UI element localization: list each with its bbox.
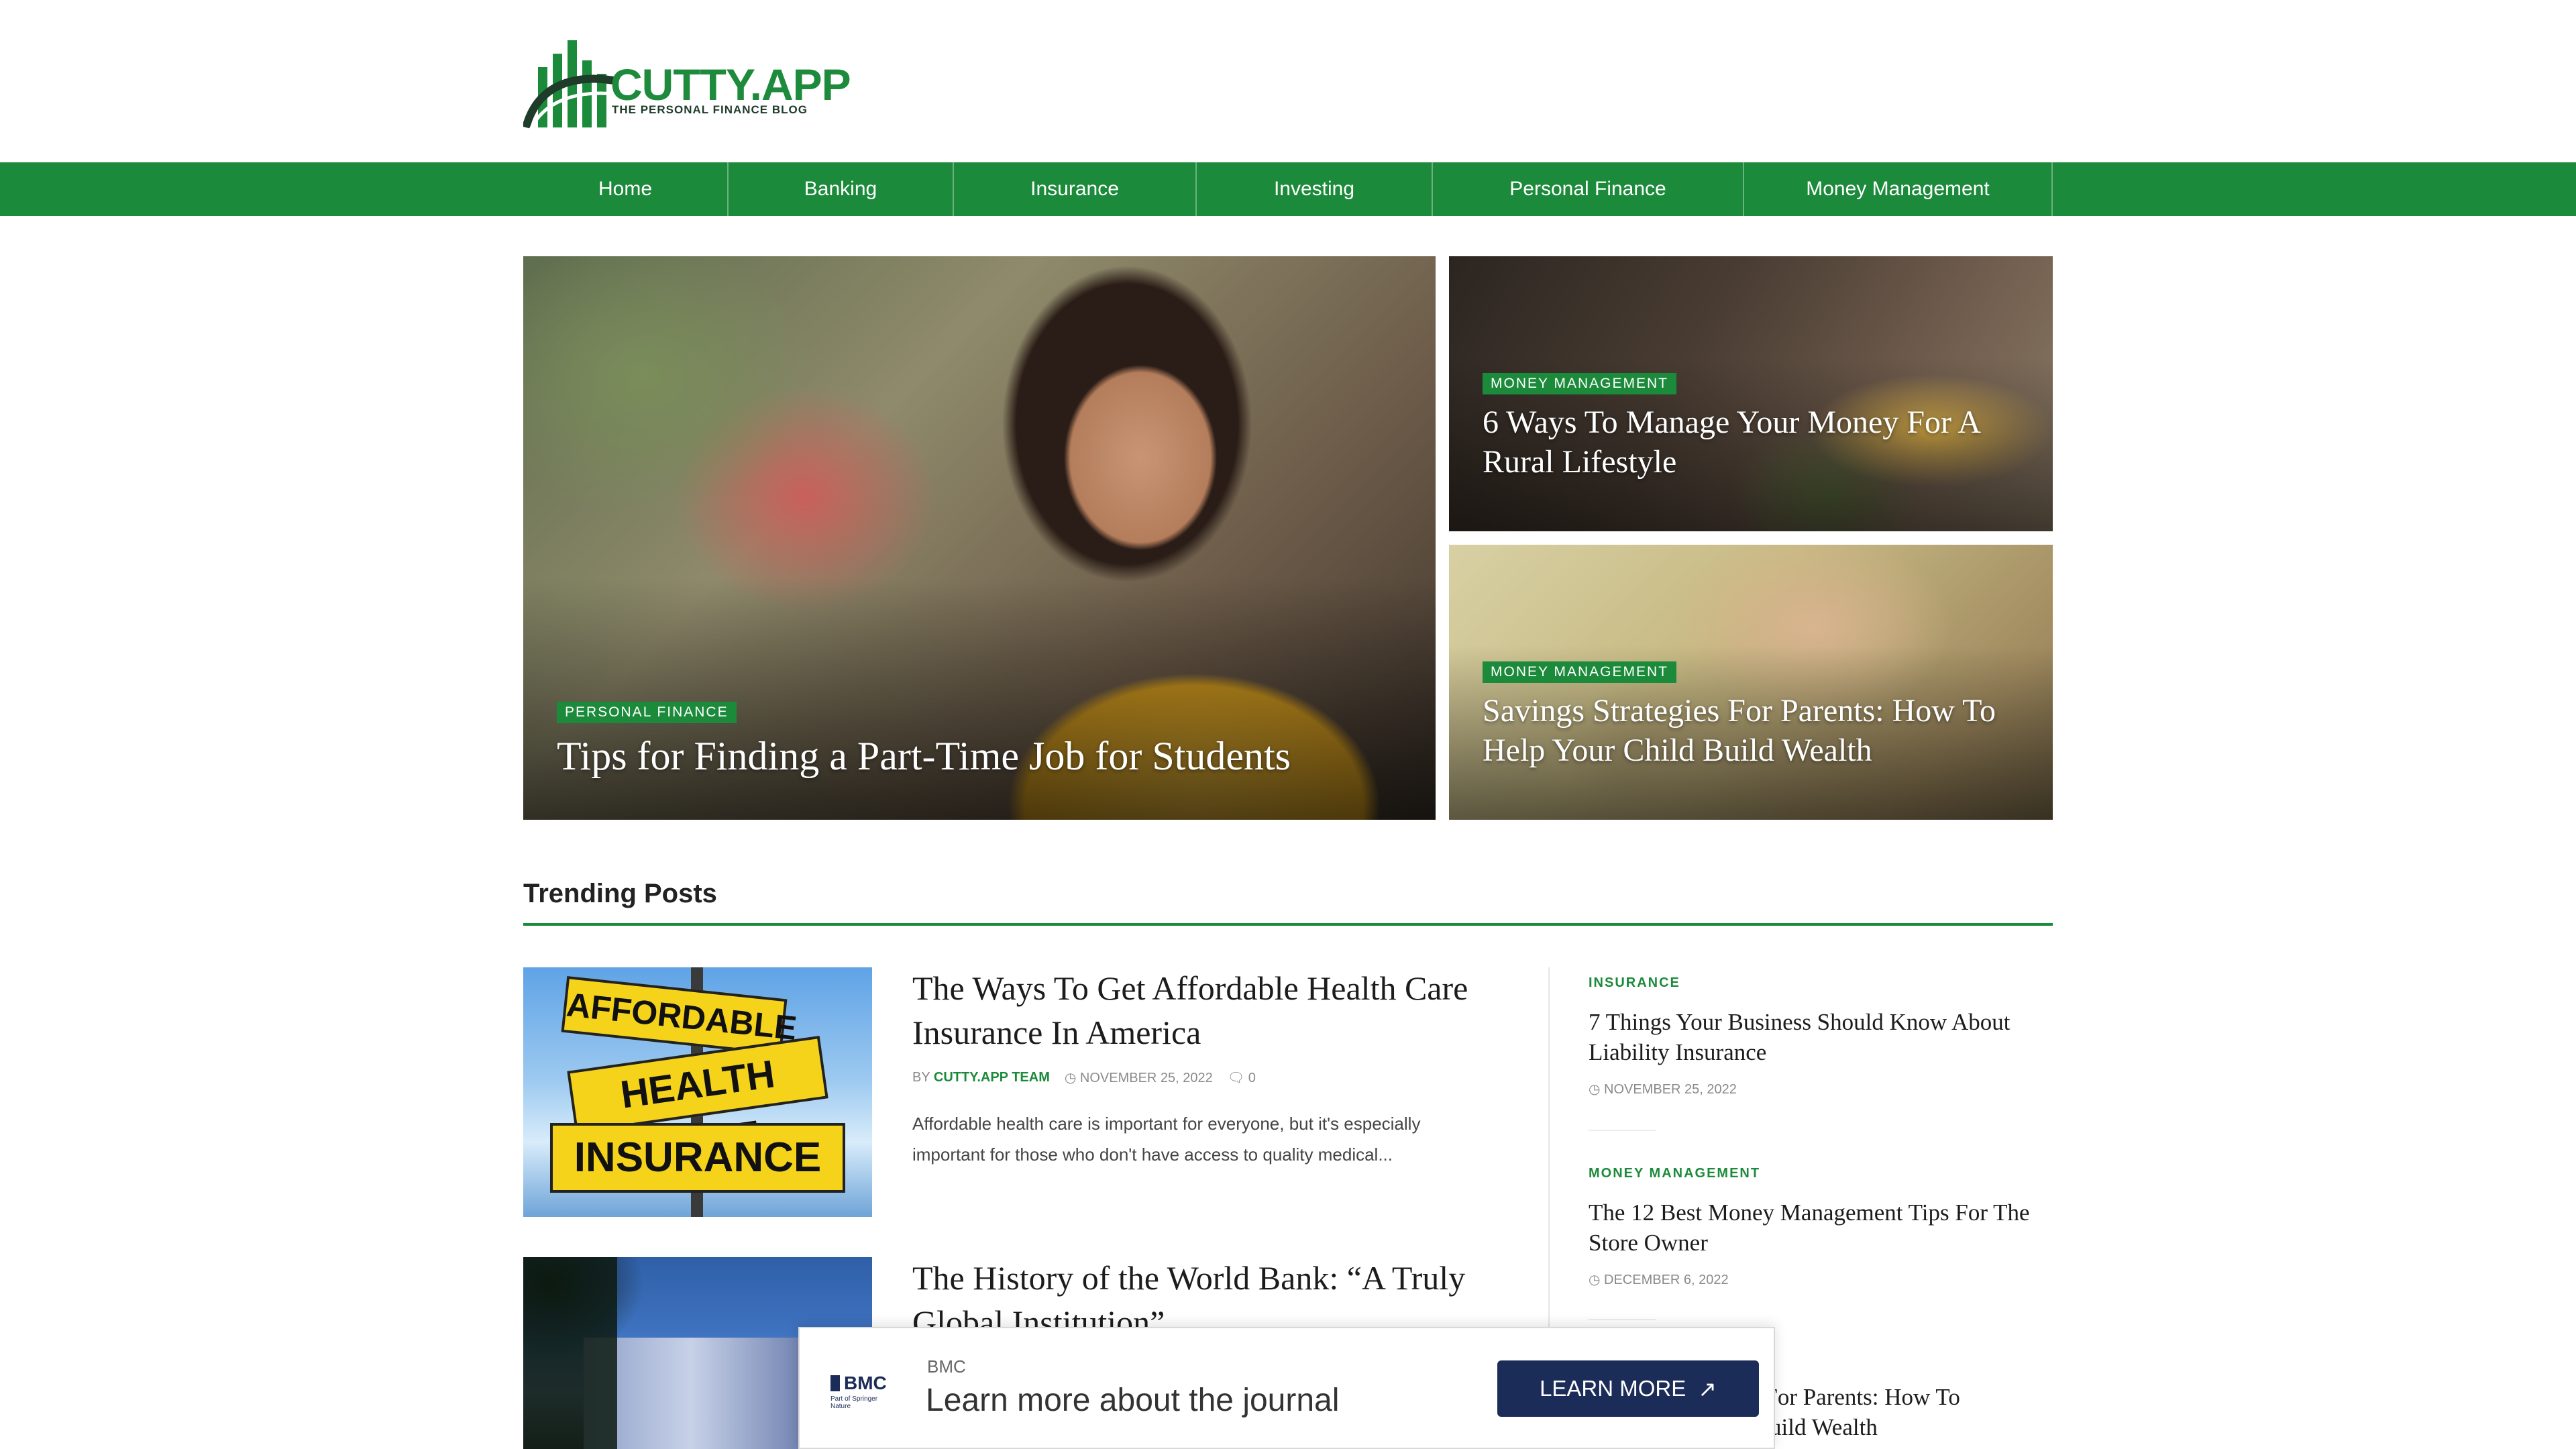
sidebar-post-2: MONEY MANAGEMENT The 12 Best Money Manag… — [1589, 1166, 2051, 1288]
site-logo[interactable]: CUTTY.APP THE PERSONAL FINANCE BLOG — [522, 27, 851, 134]
hero-overlay — [523, 578, 1436, 820]
section-title-trending: Trending Posts — [523, 879, 717, 908]
clock-icon: ◷ — [1589, 1273, 1601, 1287]
sidebar-separator — [1589, 1319, 1656, 1320]
post-excerpt-1: Affordable health care is important for … — [912, 1114, 1421, 1165]
nav-item-banking[interactable]: Banking — [729, 162, 954, 216]
bmc-logo-text: BMC — [844, 1373, 887, 1393]
sign-affordable: AFFORDABLE — [561, 975, 798, 1056]
main-nav: Home Banking Insurance Investing Persona… — [0, 162, 2576, 216]
ad-headline[interactable]: Learn more about the journal — [926, 1382, 1339, 1419]
hero-main-category[interactable]: PERSONAL FINANCE — [557, 702, 737, 723]
hero-main-post[interactable]: PERSONAL FINANCE Tips for Finding a Part… — [523, 256, 1436, 820]
bmc-logo-subtext: Part of Springer Nature — [830, 1395, 878, 1410]
hero-side-1-title[interactable]: 6 Ways To Manage Your Money For A Rural … — [1483, 402, 2033, 482]
nav-item-insurance[interactable]: Insurance — [954, 162, 1197, 216]
arrow-up-right-icon: ↗ — [1698, 1376, 1717, 1401]
meta-by: BY — [912, 1070, 930, 1085]
hero-side-post-2[interactable]: MONEY MANAGEMENT Savings Strategies For … — [1449, 545, 2053, 820]
hero-side-2-category[interactable]: MONEY MANAGEMENT — [1483, 661, 1676, 683]
sidebar-post-1: INSURANCE 7 Things Your Business Should … — [1589, 975, 2051, 1097]
post-author[interactable]: CUTTY.APP TEAM — [934, 1070, 1050, 1085]
logo-tagline: THE PERSONAL FINANCE BLOG — [612, 103, 808, 116]
sign-insurance: INSURANCE — [550, 1123, 845, 1193]
comment-count[interactable]: 0 — [1248, 1071, 1256, 1085]
clock-icon: ◷ — [1589, 1082, 1601, 1097]
nav-item-money-management[interactable]: Money Management — [1744, 162, 2053, 216]
ad-banner[interactable]: BMC Part of Springer Nature BMC Learn mo… — [798, 1327, 1775, 1449]
clock-icon: ◷ — [1064, 1071, 1077, 1085]
ad-brand: BMC — [927, 1356, 966, 1377]
nav-item-home[interactable]: Home — [523, 162, 729, 216]
sidebar-post-3-title-line1: s For Parents: How To — [1750, 1384, 1960, 1410]
sidebar-post-1-title[interactable]: 7 Things Your Business Should Know About… — [1589, 1007, 2051, 1067]
sidebar-post-2-category[interactable]: MONEY MANAGEMENT — [1589, 1166, 2051, 1181]
sidebar-post-2-date: DECEMBER 6, 2022 — [1604, 1273, 1729, 1287]
learn-more-button[interactable]: LEARN MORE ↗ — [1497, 1360, 1759, 1417]
post-date: NOVEMBER 25, 2022 — [1079, 1071, 1213, 1085]
logo-wordmark: CUTTY.APP — [610, 60, 851, 109]
logo-mark-icon — [522, 40, 614, 132]
hero-main-title[interactable]: Tips for Finding a Part-Time Job for Stu… — [557, 733, 1402, 780]
nav-item-investing[interactable]: Investing — [1197, 162, 1433, 216]
sidebar-separator — [1589, 1130, 1656, 1131]
post-title-1[interactable]: The Ways To Get Affordable Health Care I… — [912, 966, 1489, 1055]
tree-silhouette — [523, 1257, 617, 1449]
sidebar-post-3-title-line2: uild Wealth — [1770, 1414, 1878, 1440]
bmc-logo-mark-icon — [830, 1375, 840, 1391]
post-thumbnail-1[interactable]: AFFORDABLE HEALTH CARE INSURANCE — [523, 967, 872, 1217]
bmc-logo: BMC Part of Springer Nature — [830, 1373, 898, 1410]
section-divider — [523, 923, 2053, 926]
hero-side-1-category[interactable]: MONEY MANAGEMENT — [1483, 373, 1676, 394]
learn-more-label: LEARN MORE — [1540, 1376, 1686, 1401]
sidebar-post-2-title[interactable]: The 12 Best Money Management Tips For Th… — [1589, 1197, 2051, 1258]
nav-item-personal-finance[interactable]: Personal Finance — [1433, 162, 1744, 216]
sidebar-post-1-category[interactable]: INSURANCE — [1589, 975, 2051, 991]
post-meta-1: BY CUTTY.APP TEAM ◷ NOVEMBER 25, 2022 🗨 … — [912, 1069, 1256, 1086]
comment-icon: 🗨 — [1227, 1071, 1245, 1085]
hero-side-2-title[interactable]: Savings Strategies For Parents: How To H… — [1483, 691, 2033, 770]
hero-side-post-1[interactable]: MONEY MANAGEMENT 6 Ways To Manage Your M… — [1449, 256, 2053, 531]
sidebar-post-1-date: NOVEMBER 25, 2022 — [1604, 1082, 1737, 1097]
site-header: CUTTY.APP THE PERSONAL FINANCE BLOG — [0, 0, 2576, 162]
